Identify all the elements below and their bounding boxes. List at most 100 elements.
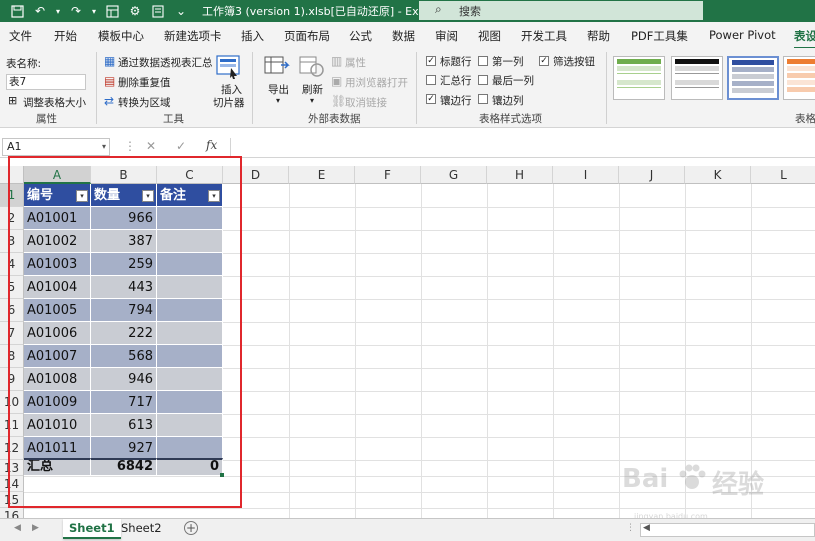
sheet-tab-sheet2[interactable]: Sheet2 (115, 519, 168, 539)
next-sheet-icon[interactable]: ▶ (32, 523, 39, 533)
table-cell[interactable] (157, 207, 223, 230)
tab-help[interactable]: 帮助 (587, 28, 610, 44)
save-icon[interactable] (6, 1, 28, 21)
table-cell[interactable]: A01009 (24, 391, 91, 414)
row-header-12[interactable]: 12 (0, 437, 24, 460)
table-cell[interactable]: 946 (91, 368, 157, 391)
column-header-h[interactable]: H (487, 166, 553, 184)
cancel-icon[interactable]: ✕ (146, 139, 156, 153)
total-row-checkbox[interactable] (426, 75, 436, 85)
redo-icon[interactable]: ↷ (65, 1, 87, 21)
table-cell[interactable]: A01004 (24, 276, 91, 299)
row-header-15[interactable]: 15 (0, 492, 24, 508)
table-style-orange[interactable] (783, 56, 815, 100)
row-header-2[interactable]: 2 (0, 207, 24, 230)
table-cell[interactable]: A01005 (24, 299, 91, 322)
tab-data[interactable]: 数据 (392, 28, 415, 44)
row-header-1[interactable]: 1 (0, 184, 24, 207)
table-cell[interactable]: 443 (91, 276, 157, 299)
undo-dropdown-icon[interactable]: ▾ (52, 1, 64, 21)
table-resize-handle[interactable] (220, 473, 224, 477)
table-cell[interactable] (157, 230, 223, 253)
table-cell[interactable]: A01007 (24, 345, 91, 368)
table-cell[interactable]: A01006 (24, 322, 91, 345)
column-header-b[interactable]: B (91, 166, 157, 184)
refresh-dropdown-icon[interactable]: ▾ (310, 96, 314, 105)
table-cell[interactable]: A01001 (24, 207, 91, 230)
table-cell[interactable] (157, 414, 223, 437)
column-header-l[interactable]: L (751, 166, 815, 184)
properties-button[interactable]: 属性 (345, 55, 366, 70)
table-cell[interactable] (157, 368, 223, 391)
row-header-16[interactable]: 16 (0, 508, 24, 518)
select-all-corner[interactable] (0, 166, 24, 184)
total-row-cell[interactable]: 6842 (91, 458, 157, 476)
table-cell[interactable] (157, 391, 223, 414)
table-cell[interactable]: A01010 (24, 414, 91, 437)
table-cell[interactable] (157, 299, 223, 322)
table-style-black[interactable] (671, 56, 723, 100)
tab-insert[interactable]: 插入 (241, 28, 264, 44)
formula-input[interactable] (230, 138, 815, 156)
column-header-j[interactable]: J (619, 166, 685, 184)
tab-template-center[interactable]: 模板中心 (98, 28, 144, 44)
scroll-left-icon[interactable]: ◀ (643, 523, 650, 533)
table-cell[interactable]: 387 (91, 230, 157, 253)
resize-table-button[interactable]: 调整表格大小 (23, 95, 86, 110)
total-row-cell[interactable]: 0 (157, 458, 223, 476)
enter-icon[interactable]: ✓ (176, 139, 186, 153)
insert-slicer-label-2[interactable]: 切片器 (213, 95, 245, 110)
tab-table-design[interactable]: 表设 (794, 28, 815, 49)
tab-power-pivot[interactable]: Power Pivot (709, 28, 776, 42)
row-header-5[interactable]: 5 (0, 276, 24, 299)
tab-view[interactable]: 视图 (478, 28, 501, 44)
table-header-cell[interactable]: 备注 ▾ (157, 184, 223, 207)
undo-icon[interactable]: ↶ (29, 1, 51, 21)
filter-dropdown-icon[interactable]: ▾ (142, 190, 154, 202)
table-cell[interactable]: 966 (91, 207, 157, 230)
column-header-g[interactable]: G (421, 166, 487, 184)
tab-review[interactable]: 审阅 (435, 28, 458, 44)
redo-dropdown-icon[interactable]: ▾ (88, 1, 100, 21)
row-header-13[interactable]: 13 (0, 460, 24, 476)
table-cell[interactable]: 259 (91, 253, 157, 276)
total-row-label[interactable]: 汇总 (24, 458, 91, 476)
row-header-6[interactable]: 6 (0, 299, 24, 322)
table-header-cell[interactable]: 数量 ▾ (91, 184, 157, 207)
table-cell[interactable]: A01011 (24, 437, 91, 460)
table-cell[interactable]: 717 (91, 391, 157, 414)
summarize-pivot-button[interactable]: 通过数据透视表汇总 (118, 55, 213, 70)
tab-developer[interactable]: 开发工具 (521, 28, 567, 44)
last-column-checkbox[interactable] (478, 75, 488, 85)
tab-home[interactable]: 开始 (54, 28, 77, 44)
filter-button-checkbox[interactable]: ✓ (539, 56, 549, 66)
table-cell[interactable] (157, 253, 223, 276)
column-header-f[interactable]: F (355, 166, 421, 184)
row-header-7[interactable]: 7 (0, 322, 24, 345)
row-header-3[interactable]: 3 (0, 230, 24, 253)
row-header-9[interactable]: 9 (0, 368, 24, 391)
name-box-dropdown-icon[interactable]: ▾ (102, 139, 106, 155)
filter-dropdown-icon[interactable]: ▾ (76, 190, 88, 202)
convert-to-range-button[interactable]: 转换为区域 (118, 95, 171, 110)
prev-sheet-icon[interactable]: ◀ (14, 523, 21, 533)
table-cell[interactable] (157, 276, 223, 299)
more-options-icon[interactable]: ⋮ (626, 523, 635, 533)
unlink-button[interactable]: 取消链接 (345, 95, 387, 110)
table-header-cell[interactable]: 编号 ▾ (24, 184, 91, 207)
first-column-checkbox[interactable] (478, 56, 488, 66)
table-cell[interactable] (157, 322, 223, 345)
banded-rows-checkbox[interactable]: ✓ (426, 94, 436, 104)
name-box[interactable]: A1 ▾ (2, 138, 110, 156)
add-sheet-icon[interactable]: + (184, 521, 198, 535)
column-header-a[interactable]: A (24, 166, 91, 184)
banded-columns-checkbox[interactable] (478, 94, 488, 104)
table-cell[interactable]: 613 (91, 414, 157, 437)
share-icon[interactable]: ⚙ (124, 1, 146, 21)
export-button[interactable]: 导出 (268, 82, 289, 97)
column-header-e[interactable]: E (289, 166, 355, 184)
table-cell[interactable]: A01008 (24, 368, 91, 391)
table-cell[interactable]: 222 (91, 322, 157, 345)
row-header-14[interactable]: 14 (0, 476, 24, 492)
horizontal-scrollbar[interactable]: ◀ (640, 523, 815, 537)
